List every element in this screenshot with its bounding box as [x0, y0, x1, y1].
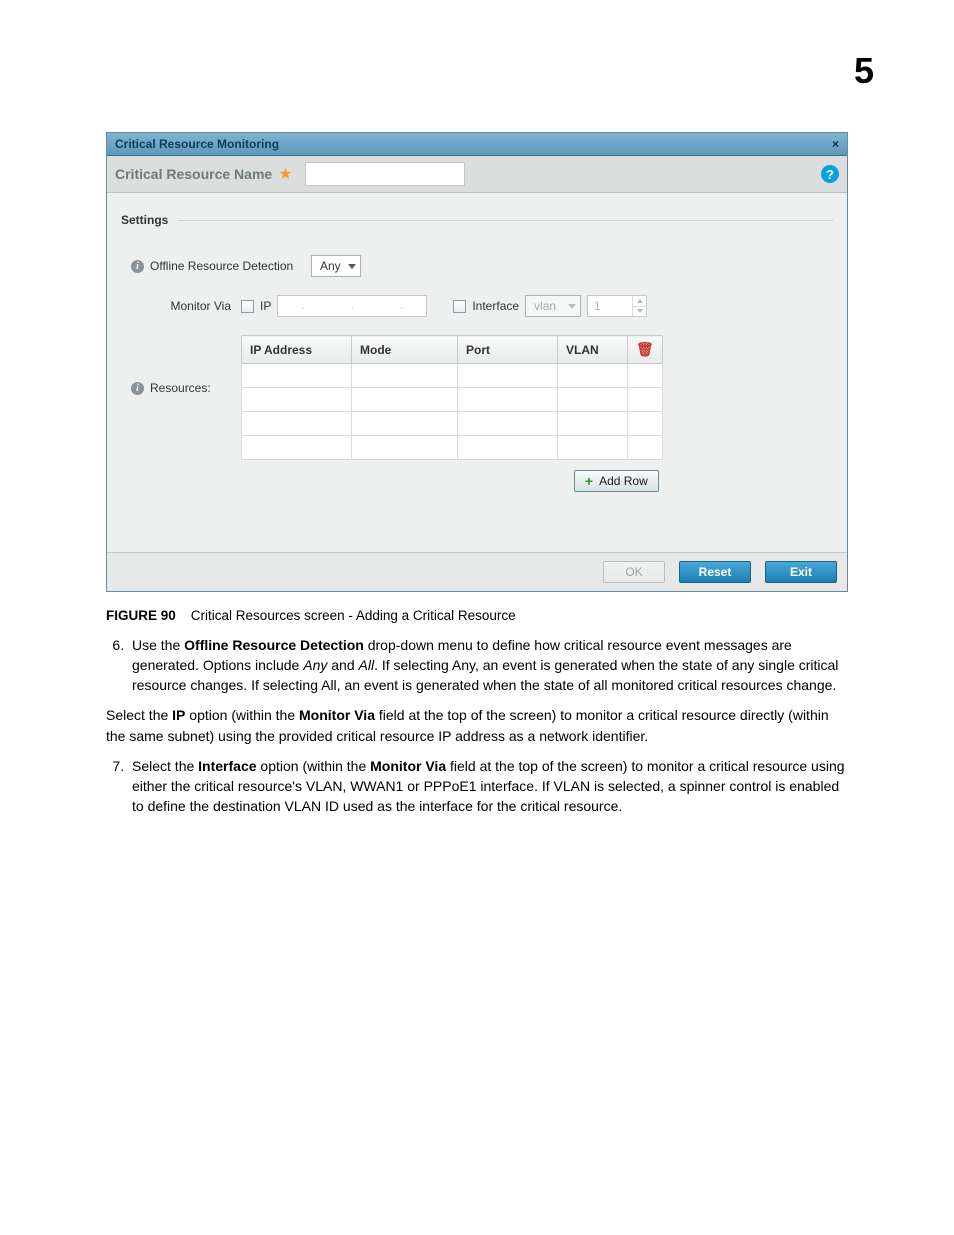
- table-row[interactable]: [242, 364, 663, 388]
- chevron-down-icon: [568, 304, 576, 309]
- monitor-via-row: Monitor Via IP ... Interface vlan: [121, 295, 833, 317]
- required-star-icon: ★: [272, 164, 298, 184]
- offline-detection-value: Any: [320, 259, 341, 273]
- interface-checkbox-label: Interface: [472, 299, 519, 313]
- add-row-button[interactable]: + Add Row: [574, 470, 659, 492]
- page-number: 5: [100, 50, 874, 92]
- ip-checkbox-label: IP: [260, 299, 271, 313]
- col-ip-address[interactable]: IP Address: [242, 336, 352, 364]
- table-row[interactable]: [242, 412, 663, 436]
- stepper-up-icon[interactable]: [633, 296, 646, 306]
- col-port[interactable]: Port: [458, 336, 558, 364]
- interface-type-value: vlan: [534, 299, 556, 313]
- close-icon[interactable]: ×: [832, 137, 839, 151]
- reset-button[interactable]: Reset: [679, 561, 751, 583]
- body-paragraph: Select the IP option (within the Monitor…: [106, 705, 848, 745]
- ip-address-input[interactable]: ...: [277, 295, 427, 317]
- settings-heading: Settings: [121, 213, 833, 227]
- figure-number: FIGURE 90: [106, 608, 176, 623]
- info-icon: i: [131, 382, 144, 395]
- dialog-titlebar: Critical Resource Monitoring ×: [107, 133, 847, 156]
- figure-text: Critical Resources screen - Adding a Cri…: [191, 608, 516, 623]
- offline-detection-label: Offline Resource Detection: [150, 259, 293, 273]
- table-row[interactable]: [242, 436, 663, 460]
- dialog-body: Settings i Offline Resource Detection An…: [107, 193, 847, 552]
- stepper-down-icon[interactable]: [633, 306, 646, 317]
- step-7: Select the Interface option (within the …: [128, 756, 848, 816]
- col-mode[interactable]: Mode: [352, 336, 458, 364]
- add-row-label: Add Row: [599, 474, 648, 488]
- offline-detection-row: i Offline Resource Detection Any: [121, 255, 833, 277]
- ip-checkbox[interactable]: [241, 300, 254, 313]
- offline-detection-select[interactable]: Any: [311, 255, 361, 277]
- monitor-via-label: Monitor Via: [171, 299, 231, 313]
- dialog-title: Critical Resource Monitoring: [115, 137, 279, 151]
- resources-section: i Resources: IP Address Mode Port VLAN 🗑: [121, 335, 833, 492]
- exit-button[interactable]: Exit: [765, 561, 837, 583]
- resources-table: IP Address Mode Port VLAN 🗑: [241, 335, 663, 460]
- interface-checkbox[interactable]: [453, 300, 466, 313]
- table-row[interactable]: [242, 388, 663, 412]
- plus-icon: +: [585, 473, 593, 489]
- step-list: Select the Interface option (within the …: [106, 756, 848, 816]
- trash-icon: 🗑: [636, 341, 654, 357]
- dialog-subheader: Critical Resource Name ★ ?: [107, 156, 847, 193]
- vlan-id-value: 1: [588, 296, 632, 316]
- ok-button[interactable]: OK: [603, 561, 665, 583]
- help-icon[interactable]: ?: [821, 165, 839, 183]
- col-delete: 🗑: [628, 336, 663, 364]
- resources-label: Resources:: [150, 381, 211, 395]
- resource-name-label: Critical Resource Name: [115, 166, 272, 182]
- step-list: Use the Offline Resource Detection drop-…: [106, 635, 848, 695]
- figure-caption: FIGURE 90 Critical Resources screen - Ad…: [106, 608, 848, 623]
- dialog-footer: OK Reset Exit: [107, 552, 847, 591]
- resource-name-input[interactable]: [305, 162, 465, 186]
- step-6: Use the Offline Resource Detection drop-…: [128, 635, 848, 695]
- interface-type-select[interactable]: vlan: [525, 295, 581, 317]
- vlan-id-stepper[interactable]: 1: [587, 295, 647, 317]
- col-vlan[interactable]: VLAN: [558, 336, 628, 364]
- crm-dialog: Critical Resource Monitoring × Critical …: [106, 132, 848, 592]
- chevron-down-icon: [348, 264, 356, 269]
- info-icon: i: [131, 260, 144, 273]
